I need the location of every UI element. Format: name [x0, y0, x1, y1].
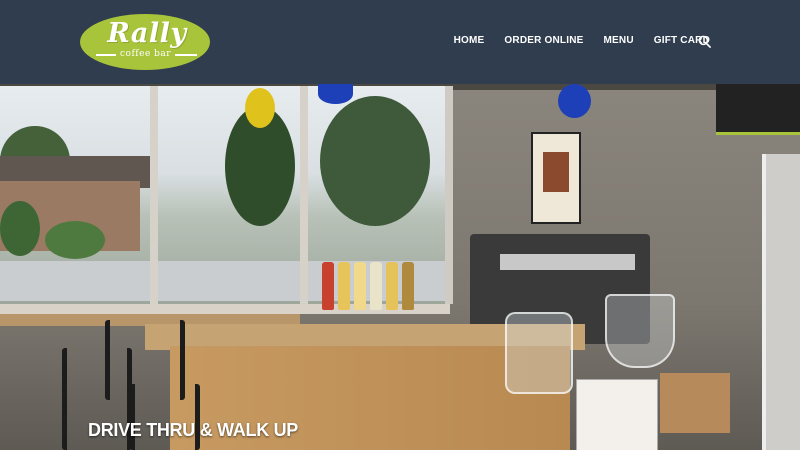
main-nav: HOME ORDER ONLINE MENU GIFT CARD [434, 35, 710, 46]
menu-board [716, 84, 800, 135]
shrub [0, 201, 40, 256]
nav-home[interactable]: HOME [454, 35, 485, 46]
logo-wordmark: Rally [107, 18, 187, 49]
pendant-lamp-blue [318, 84, 353, 104]
logo-rule-right [175, 54, 197, 56]
syrup-bottle [322, 262, 334, 310]
syrup-bottle [402, 262, 414, 310]
window-mullion [150, 86, 158, 304]
syrup-bottle [370, 262, 382, 310]
glass-jar [505, 312, 573, 394]
wall-art [531, 132, 581, 224]
hero-caption: DRIVE THRU & WALK UP [88, 420, 299, 440]
pendant-lamp-blue [558, 84, 591, 118]
nav-menu[interactable]: MENU [604, 35, 634, 46]
syrup-bottle [354, 262, 366, 310]
glass-vase [605, 294, 675, 368]
site-header: Rally coffee bar HOME ORDER ONLINE MENU … [0, 0, 800, 84]
syrup-bottle [386, 262, 398, 310]
rally-logo[interactable]: Rally coffee bar [80, 14, 210, 70]
syrup-bottle [338, 262, 350, 310]
window-mullion [300, 86, 308, 304]
logo-tagline: coffee bar [120, 49, 172, 59]
window-sill [0, 304, 450, 314]
counter-sign [576, 379, 658, 450]
side-door [762, 154, 800, 450]
logo-rule-left [96, 54, 116, 56]
tree [320, 96, 430, 226]
nav-order-online[interactable]: ORDER ONLINE [504, 35, 583, 46]
pendant-lamp-yellow [245, 88, 275, 128]
hero-photo [0, 84, 800, 450]
shrub [45, 221, 105, 259]
espresso-machine-top [500, 254, 635, 270]
search-icon[interactable] [698, 35, 711, 48]
wall-art-painting [543, 152, 569, 192]
cardboard-box [660, 373, 730, 433]
